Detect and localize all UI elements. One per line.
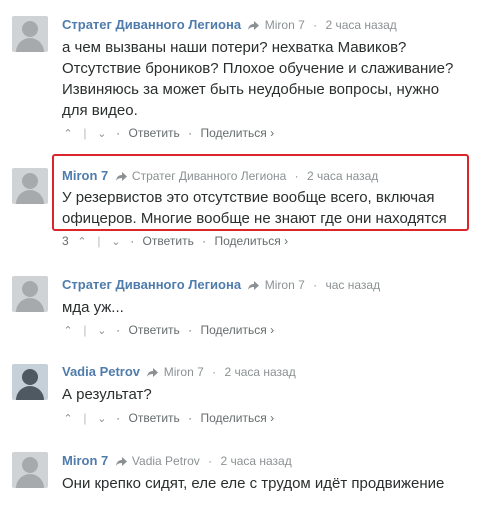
share-arrow-icon xyxy=(248,281,260,291)
comment-text: Они крепко сидят, еле еле с трудом идёт … xyxy=(62,475,445,492)
comment-actions: ⌃ | ⌄ · Ответить · Поделиться › xyxy=(62,323,275,337)
comment-header: Miron 7 Vadia Petrov · 2 часа назад xyxy=(62,453,292,468)
share-button[interactable]: Поделиться › xyxy=(200,126,274,140)
comment-actions: 3 ⌃ | ⌄ · Ответить · Поделиться › xyxy=(62,234,289,248)
chevron-up-icon[interactable]: ⌃ xyxy=(62,412,74,425)
share-arrow-icon xyxy=(248,21,260,31)
share-arrow-icon xyxy=(115,457,127,467)
timestamp[interactable]: час назад xyxy=(325,278,380,292)
comment-actions: ⌃ | ⌄ · Ответить · Поделиться › xyxy=(62,411,275,425)
comment-text: А результат? xyxy=(62,386,152,403)
reply-to-name[interactable]: Стратег Диванного Легиона xyxy=(132,169,286,183)
reply-button[interactable]: Ответить xyxy=(129,411,180,425)
reply-to-name[interactable]: Miron 7 xyxy=(265,18,305,32)
reply-button[interactable]: Ответить xyxy=(143,234,194,248)
share-arrow-icon xyxy=(147,368,159,378)
reply-to-name[interactable]: Vadia Petrov xyxy=(132,454,200,468)
share-arrow-icon xyxy=(115,172,127,182)
chevron-down-icon[interactable]: ⌄ xyxy=(110,235,122,248)
vote-count: 3 xyxy=(62,234,69,248)
comment-header: Стратег Диванного Легиона Miron 7 · час … xyxy=(62,277,381,292)
timestamp[interactable]: 2 часа назад xyxy=(307,169,378,183)
reply-button[interactable]: Ответить xyxy=(129,323,180,337)
author-name[interactable]: Miron 7 xyxy=(62,168,108,183)
comment-actions: ⌃ | ⌄ · Ответить · Поделиться › xyxy=(62,126,275,140)
author-name[interactable]: Miron 7 xyxy=(62,453,108,468)
author-name[interactable]: Vadia Petrov xyxy=(62,364,140,379)
author-name[interactable]: Стратег Диванного Легиона xyxy=(62,17,241,32)
comment-text: У резервистов это отсутствие вообще всег… xyxy=(62,189,447,227)
timestamp[interactable]: 2 часа назад xyxy=(224,365,295,379)
default-avatar-icon[interactable] xyxy=(12,276,48,312)
reply-button[interactable]: Ответить xyxy=(129,126,180,140)
share-button[interactable]: Поделиться › xyxy=(215,234,289,248)
comment-header: Стратег Диванного Легиона Miron 7 · 2 ча… xyxy=(62,17,397,32)
chevron-down-icon[interactable]: ⌄ xyxy=(96,127,108,140)
author-name[interactable]: Стратег Диванного Легиона xyxy=(62,277,241,292)
timestamp[interactable]: 2 часа назад xyxy=(220,454,291,468)
share-button[interactable]: Поделиться › xyxy=(200,411,274,425)
comment-header: Miron 7 Стратег Диванного Легиона · 2 ча… xyxy=(62,168,379,183)
comment-text: а чем вызваны наши потери? нехватка Мави… xyxy=(62,39,454,119)
chevron-down-icon[interactable]: ⌄ xyxy=(96,324,108,337)
default-avatar-icon[interactable] xyxy=(12,452,48,488)
reply-to-name[interactable]: Miron 7 xyxy=(164,365,204,379)
comment-header: Vadia Petrov Miron 7 · 2 часа назад xyxy=(62,364,296,379)
share-button[interactable]: Поделиться › xyxy=(200,323,274,337)
chevron-up-icon[interactable]: ⌃ xyxy=(62,127,74,140)
user-avatar[interactable] xyxy=(12,364,48,400)
default-avatar-icon[interactable] xyxy=(12,16,48,52)
chevron-down-icon[interactable]: ⌄ xyxy=(96,412,108,425)
default-avatar-icon[interactable] xyxy=(12,168,48,204)
reply-to-name[interactable]: Miron 7 xyxy=(265,278,305,292)
chevron-up-icon[interactable]: ⌃ xyxy=(62,324,74,337)
chevron-up-icon[interactable]: ⌃ xyxy=(76,235,88,248)
comment-text: мда уж... xyxy=(62,299,124,316)
timestamp[interactable]: 2 часа назад xyxy=(325,18,396,32)
